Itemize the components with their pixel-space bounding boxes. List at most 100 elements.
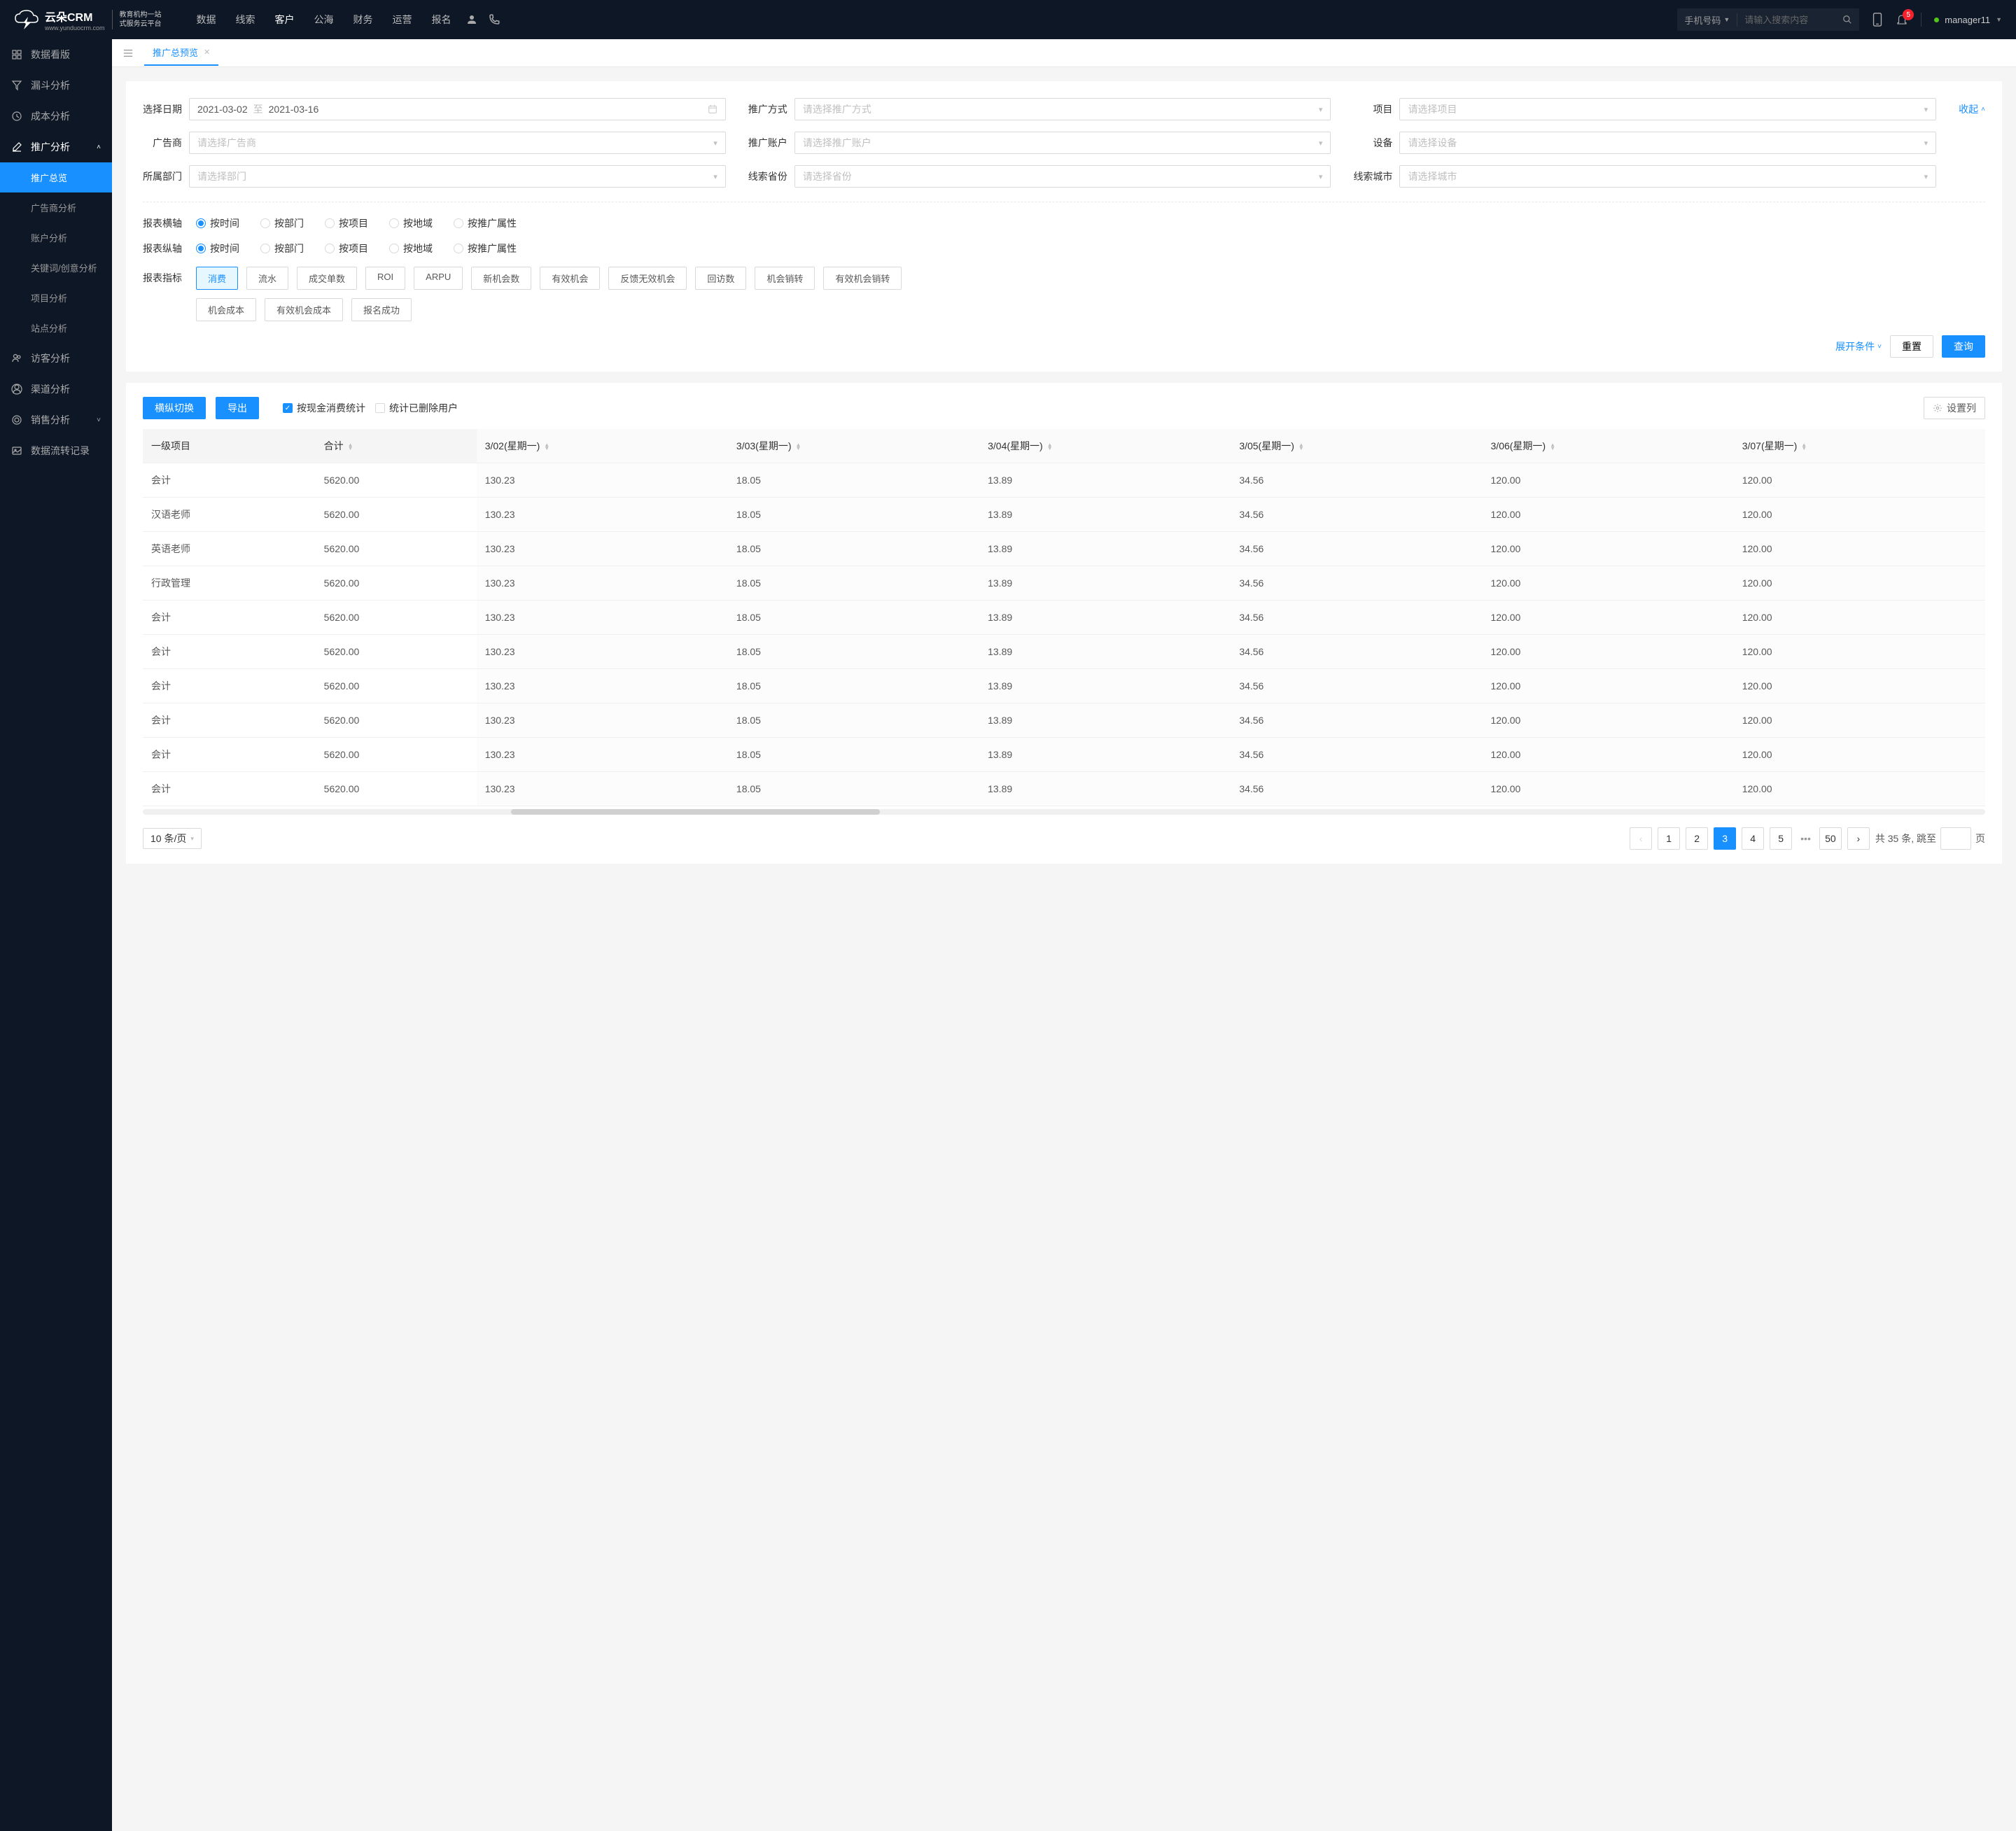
sidebar-item[interactable]: 推广分析˄	[0, 132, 112, 162]
page-btn[interactable]: 2	[1686, 827, 1708, 850]
menu-toggle[interactable]	[120, 45, 136, 61]
nav-item[interactable]: 运营	[393, 13, 412, 27]
province-select[interactable]: 请选择省份▾	[794, 165, 1331, 188]
tab-overview[interactable]: 推广总预览 ✕	[144, 40, 218, 66]
project-select[interactable]: 请选择项目▾	[1399, 98, 1936, 120]
th-date[interactable]: 3/02(星期一)▲▼	[477, 429, 728, 463]
radio-option[interactable]: 按推广属性	[454, 216, 517, 230]
sidebar-subitem[interactable]: 广告商分析	[0, 192, 112, 223]
chevron-down-icon: ˅	[1877, 343, 1882, 351]
expand-link[interactable]: 展开条件 ˅	[1835, 339, 1882, 353]
metric-tag[interactable]: 报名成功	[351, 298, 412, 321]
sidebar-item[interactable]: 漏斗分析	[0, 70, 112, 101]
page-btn[interactable]: 5	[1770, 827, 1792, 850]
logo[interactable]: 云朵CRM www.yunduocrm.com 教育机构一站 式服务云平台	[14, 8, 162, 31]
query-button[interactable]: 查询	[1942, 335, 1985, 358]
metric-tag[interactable]: 机会销转	[755, 267, 815, 290]
sidebar-subitem[interactable]: 站点分析	[0, 313, 112, 343]
scrollbar[interactable]	[143, 809, 1985, 815]
metric-tag[interactable]: 有效机会销转	[823, 267, 902, 290]
dept-select[interactable]: 请选择部门▾	[189, 165, 726, 188]
switch-button[interactable]: 横纵切换	[143, 397, 206, 419]
metric-tag[interactable]: 机会成本	[196, 298, 256, 321]
device-select[interactable]: 请选择设备▾	[1399, 132, 1936, 154]
nav-item[interactable]: 客户	[275, 13, 295, 27]
date-from: 2021-03-02	[197, 104, 248, 115]
sidebar-subitem[interactable]: 关键词/创意分析	[0, 253, 112, 283]
metric-tag[interactable]: 消费	[196, 267, 238, 290]
sidebar-subitem[interactable]: 账户分析	[0, 223, 112, 253]
phone-icon[interactable]	[488, 13, 500, 26]
page-btn[interactable]: 50	[1819, 827, 1842, 850]
th-date[interactable]: 3/03(星期一)▲▼	[728, 429, 979, 463]
th-name[interactable]: 一级项目	[143, 429, 316, 463]
date-range-input[interactable]: 2021-03-02 至 2021-03-16	[189, 98, 726, 120]
th-date[interactable]: 3/04(星期一)▲▼	[979, 429, 1231, 463]
page-size-select[interactable]: 10 条/页 ▾	[143, 828, 202, 849]
metric-tag[interactable]: 流水	[246, 267, 288, 290]
sidebar-item[interactable]: 成本分析	[0, 101, 112, 132]
collapse-link[interactable]: 收起 ˄	[1959, 102, 1985, 116]
sidebar-item[interactable]: 数据流转记录	[0, 435, 112, 466]
scrollbar-thumb[interactable]	[511, 809, 879, 815]
radio-option[interactable]: 按时间	[196, 241, 239, 255]
table-scroll[interactable]: 一级项目合计▲▼3/02(星期一)▲▼3/03(星期一)▲▼3/04(星期一)▲…	[143, 429, 1985, 815]
search-type-select[interactable]: 手机号码 ▼	[1677, 13, 1737, 27]
city-select[interactable]: 请选择城市▾	[1399, 165, 1936, 188]
page-next[interactable]: ›	[1847, 827, 1870, 850]
radio-option[interactable]: 按地域	[389, 241, 433, 255]
nav-item[interactable]: 财务	[354, 13, 373, 27]
page-btn[interactable]: 3	[1714, 827, 1736, 850]
metric-tag[interactable]: 反馈无效机会	[608, 267, 687, 290]
search-button[interactable]	[1835, 15, 1859, 24]
th-date[interactable]: 3/05(星期一)▲▼	[1231, 429, 1482, 463]
metric-tag[interactable]: ARPU	[414, 267, 463, 290]
export-button[interactable]: 导出	[216, 397, 259, 419]
mobile-icon[interactable]	[1872, 13, 1883, 27]
user-menu[interactable]: manager11 ▼	[1934, 15, 2002, 25]
advertiser-select[interactable]: 请选择广告商▾	[189, 132, 726, 154]
sidebar-subitem[interactable]: 项目分析	[0, 283, 112, 313]
page-jump-input[interactable]	[1940, 827, 1971, 850]
sidebar-item[interactable]: 渠道分析	[0, 374, 112, 405]
radio-option[interactable]: 按时间	[196, 216, 239, 230]
radio-option[interactable]: 按部门	[260, 216, 304, 230]
close-icon[interactable]: ✕	[204, 48, 210, 57]
sidebar-item[interactable]: 数据看版	[0, 39, 112, 70]
advertiser-placeholder: 请选择广告商	[197, 136, 256, 150]
nav-item[interactable]: 线索	[236, 13, 255, 27]
metric-tag[interactable]: 回访数	[695, 267, 746, 290]
method-select[interactable]: 请选择推广方式▾	[794, 98, 1331, 120]
metric-tag[interactable]: ROI	[365, 267, 405, 290]
radio-option[interactable]: 按地域	[389, 216, 433, 230]
metric-tag[interactable]: 有效机会	[540, 267, 600, 290]
metric-tag[interactable]: 有效机会成本	[265, 298, 343, 321]
sidebar-item[interactable]: 销售分析˅	[0, 405, 112, 435]
nav-item[interactable]: 数据	[197, 13, 216, 27]
th-total[interactable]: 合计▲▼	[316, 429, 477, 463]
radio-option[interactable]: 按项目	[325, 216, 368, 230]
settings-button[interactable]: 设置列	[1924, 397, 1985, 419]
search-input[interactable]	[1737, 15, 1835, 25]
th-date[interactable]: 3/06(星期一)▲▼	[1483, 429, 1734, 463]
cash-checkbox-wrap[interactable]: 按现金消费统计	[283, 401, 365, 415]
metric-tag[interactable]: 新机会数	[471, 267, 531, 290]
page-prev[interactable]: ‹	[1630, 827, 1652, 850]
nav-item[interactable]: 公海	[314, 13, 334, 27]
sidebar-subitem[interactable]: 推广总览	[0, 162, 112, 192]
nav-item[interactable]: 报名	[432, 13, 451, 27]
metric-tag[interactable]: 成交单数	[297, 267, 357, 290]
radio-option[interactable]: 按项目	[325, 241, 368, 255]
sidebar-item-label: 推广分析	[31, 140, 70, 154]
reset-button[interactable]: 重置	[1890, 335, 1933, 358]
deleted-checkbox-wrap[interactable]: 统计已删除用户	[375, 401, 458, 415]
page-btn[interactable]: 4	[1742, 827, 1764, 850]
bell-icon[interactable]: 5	[1896, 13, 1908, 26]
th-date[interactable]: 3/07(星期一)▲▼	[1734, 429, 1985, 463]
sidebar-item[interactable]: 访客分析	[0, 343, 112, 374]
radio-option[interactable]: 按部门	[260, 241, 304, 255]
user-icon[interactable]	[465, 13, 478, 26]
radio-option[interactable]: 按推广属性	[454, 241, 517, 255]
page-btn[interactable]: 1	[1658, 827, 1680, 850]
account-select[interactable]: 请选择推广账户▾	[794, 132, 1331, 154]
